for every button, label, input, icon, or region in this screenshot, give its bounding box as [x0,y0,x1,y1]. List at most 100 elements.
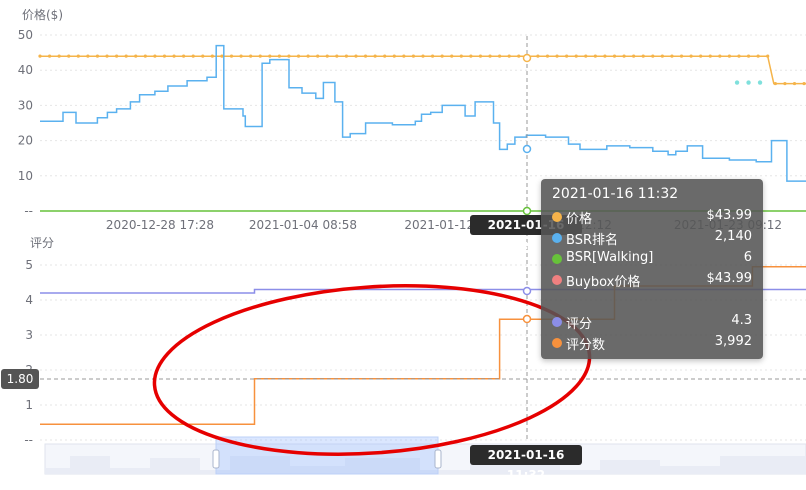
price-data-point [430,54,435,58]
price-data-point [584,54,588,58]
price-data-point [67,54,71,58]
tooltip-title: 2021-01-16 11:32 [552,186,679,202]
price-data-point [773,81,777,86]
zoom-handle-left[interactable] [212,449,220,469]
price-data-point [450,54,454,58]
rating-axis-title: 评分 [30,236,54,250]
price-data-point [459,54,463,58]
price-data-point [737,54,741,58]
rating-y-tick-label: 5 [25,258,33,272]
tooltip-row-value: 3,992 [714,334,752,349]
price-data-point [411,54,416,58]
price-data-point [402,54,406,58]
tooltip-row-label: 价格 [566,212,593,227]
price-y-tick-label: 10 [18,169,33,183]
cursor-y-value-badge: 1.80 [1,369,39,389]
price-data-point [555,54,559,58]
price-data-point [325,54,329,58]
price-data-point [373,54,377,58]
price-data-point [38,54,42,58]
price-data-point [306,54,310,58]
tooltip: 2021-01-16 11:32 价格 $43.99 BSR排名 2,140 B… [541,179,763,359]
tooltip-row-bsr-walking: BSR[Walking] 6 [552,250,752,268]
rating-legend-dot [552,317,562,327]
price-data-point [802,81,806,86]
price-data-point [287,54,291,58]
price-data-point [689,54,693,58]
price-data-point [162,54,167,58]
bsr-walking-legend-dot [552,254,562,264]
bsr-legend-dot [552,233,562,243]
price-data-point [593,54,597,58]
price-data-point [421,54,425,58]
price-data-point [699,54,703,58]
price-y-tick-label: 50 [18,28,33,42]
price-data-point [172,54,176,58]
price-data-point [440,54,444,58]
price-data-point [182,54,186,58]
price-axis-title: 价格($) [22,7,63,22]
price-data-point [679,54,684,58]
price-data-point [488,54,492,58]
price-y-tick-label: 30 [18,98,33,112]
tooltip-row-bsr: BSR排名 2,140 [552,229,752,248]
price-data-point [220,54,224,58]
price-data-point [383,54,387,58]
cursor-marker [522,286,532,296]
tooltip-row-value: $43.99 [706,208,753,223]
price-data-point [134,54,138,58]
price-data-point [757,80,763,85]
price-data-point [191,54,195,58]
price-data-point [783,81,787,86]
rating-y-tick-label: 4 [25,293,33,307]
price-data-point [517,54,521,58]
cursor-marker [522,53,532,63]
rating-y-axis: --12345 [24,258,33,447]
price-data-point [316,54,320,58]
price-data-point [296,54,301,58]
price-data-point [344,54,348,58]
price-data-point [124,54,128,58]
rating-y-tick-label: 3 [25,328,33,342]
zoom-handle-right[interactable] [434,449,442,469]
price-data-point [507,54,511,58]
price-data-point [727,54,732,58]
price-data-point [201,54,205,58]
price-data-point [335,54,339,58]
price-data-point [498,54,502,58]
price-data-point [57,54,61,58]
rating-y-tick-label: -- [24,433,33,447]
price-data-point [392,54,396,58]
price-data-point [268,54,272,58]
price-data-point [792,81,797,86]
price-data-point [153,54,157,58]
zoom-slider[interactable] [44,436,806,475]
price-data-point [239,54,243,58]
price-data-point [746,80,751,85]
cursor-time-badge-bottom: 2021-01-16 11:32 [470,445,582,482]
price-data-point [603,54,607,58]
price-data-point [115,54,119,58]
price-data-point [105,54,109,58]
cursor-marker [522,144,532,154]
price-data-point [545,54,550,58]
price-data-point [86,54,90,58]
price-data-point [651,54,655,58]
tooltip-row-label: BSR[Walking] [566,250,654,265]
price-data-point [756,54,760,58]
tooltip-row-label: 评分数 [566,338,606,353]
tooltip-row-label: Buybox价格 [566,275,641,290]
tooltip-row-buybox: Buybox价格 $43.99 [552,271,752,290]
price-legend-dot [552,212,562,222]
price-data-point [95,54,100,58]
price-data-point [612,54,617,58]
tooltip-row-label: 评分 [566,317,593,332]
price-data-point [229,54,234,58]
tooltip-row-rating-count: 评分数 3,992 [552,334,752,353]
price-data-point [536,54,540,58]
price-data-point [622,54,626,58]
tooltip-row-rating: 评分 4.3 [552,313,752,332]
cursor-marker [522,314,532,324]
price-data-point [354,54,358,58]
tooltip-row-value: 2,140 [714,229,752,244]
